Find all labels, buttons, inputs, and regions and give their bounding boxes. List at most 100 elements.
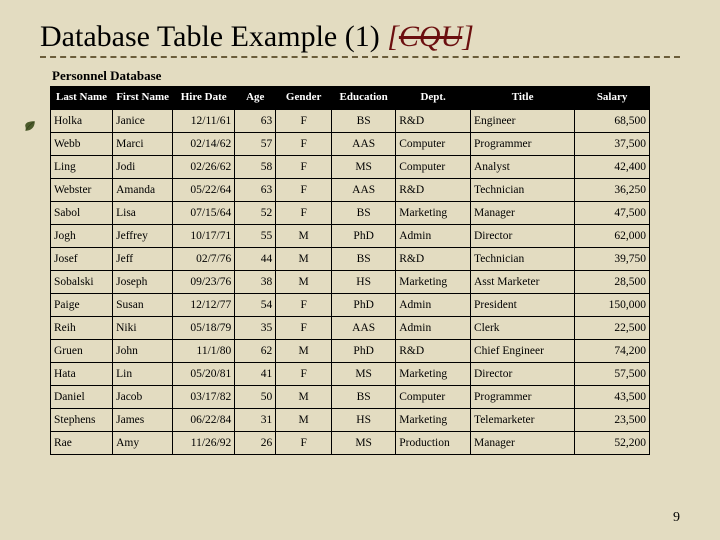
cell-edu: AAS <box>332 317 396 340</box>
cell-salary: 57,500 <box>575 363 650 386</box>
cell-hire: 06/22/84 <box>173 409 235 432</box>
col-last: Last Name <box>51 87 113 110</box>
cell-salary: 62,000 <box>575 225 650 248</box>
cell-gender: F <box>276 110 332 133</box>
cell-age: 54 <box>235 294 276 317</box>
cell-dept: Production <box>396 432 471 455</box>
cell-dept: Computer <box>396 386 471 409</box>
title-text: Database Table Example (1) <box>40 20 387 53</box>
cell-salary: 150,000 <box>575 294 650 317</box>
cell-dept: R&D <box>396 248 471 271</box>
table-row: HolkaJanice12/11/6163FBSR&DEngineer68,50… <box>51 110 650 133</box>
cell-edu: HS <box>332 271 396 294</box>
cell-hire: 05/20/81 <box>173 363 235 386</box>
cell-first: Jacob <box>113 386 173 409</box>
cell-edu: PhD <box>332 340 396 363</box>
cell-salary: 22,500 <box>575 317 650 340</box>
cell-last: Sobalski <box>51 271 113 294</box>
cell-last: Reih <box>51 317 113 340</box>
leaf-bullet-icon <box>24 120 36 132</box>
table-row: RaeAmy11/26/9226FMSProductionManager52,2… <box>51 432 650 455</box>
cell-gender: M <box>276 225 332 248</box>
cell-dept: Marketing <box>396 363 471 386</box>
cell-title: Clerk <box>470 317 574 340</box>
cell-first: Jodi <box>113 156 173 179</box>
cell-dept: Marketing <box>396 409 471 432</box>
slide-title: Database Table Example (1) [CQU] <box>40 20 680 54</box>
cell-edu: HS <box>332 409 396 432</box>
cell-salary: 47,500 <box>575 202 650 225</box>
cell-dept: Marketing <box>396 271 471 294</box>
cell-gender: M <box>276 271 332 294</box>
cell-title: Manager <box>470 432 574 455</box>
cell-last: Gruen <box>51 340 113 363</box>
cell-last: Josef <box>51 248 113 271</box>
cell-hire: 02/14/62 <box>173 133 235 156</box>
table-row: SabolLisa07/15/6452FBSMarketingManager47… <box>51 202 650 225</box>
cell-salary: 23,500 <box>575 409 650 432</box>
table-row: HataLin05/20/8141FMSMarketingDirector57,… <box>51 363 650 386</box>
cell-first: Jeff <box>113 248 173 271</box>
cell-dept: Admin <box>396 225 471 248</box>
cell-gender: F <box>276 432 332 455</box>
cell-age: 52 <box>235 202 276 225</box>
table-row: StephensJames06/22/8431MHSMarketingTelem… <box>51 409 650 432</box>
cell-gender: F <box>276 363 332 386</box>
table-row: LingJodi02/26/6258FMSComputerAnalyst42,4… <box>51 156 650 179</box>
cell-age: 31 <box>235 409 276 432</box>
cell-gender: M <box>276 340 332 363</box>
cell-first: John <box>113 340 173 363</box>
cell-age: 63 <box>235 110 276 133</box>
table-row: DanielJacob03/17/8250MBSComputerProgramm… <box>51 386 650 409</box>
cell-title: Analyst <box>470 156 574 179</box>
col-gender: Gender <box>276 87 332 110</box>
cell-age: 63 <box>235 179 276 202</box>
cell-dept: R&D <box>396 110 471 133</box>
cell-edu: PhD <box>332 225 396 248</box>
cell-title: Technician <box>470 248 574 271</box>
cell-first: Lin <box>113 363 173 386</box>
table-row: PaigeSusan12/12/7754FPhDAdminPresident15… <box>51 294 650 317</box>
col-edu: Education <box>332 87 396 110</box>
cell-salary: 42,400 <box>575 156 650 179</box>
table-row: SobalskiJoseph09/23/7638MHSMarketingAsst… <box>51 271 650 294</box>
table-row: JosefJeff02/7/7644MBSR&DTechnician39,750 <box>51 248 650 271</box>
table-row: WebsterAmanda05/22/6463FAASR&DTechnician… <box>51 179 650 202</box>
cell-title: Asst Marketer <box>470 271 574 294</box>
cell-hire: 10/17/71 <box>173 225 235 248</box>
col-title: Title <box>470 87 574 110</box>
cell-title: Engineer <box>470 110 574 133</box>
cell-salary: 74,200 <box>575 340 650 363</box>
cell-gender: F <box>276 133 332 156</box>
cell-edu: AAS <box>332 179 396 202</box>
cell-first: Niki <box>113 317 173 340</box>
cell-title: Programmer <box>470 133 574 156</box>
cell-hire: 03/17/82 <box>173 386 235 409</box>
cell-edu: BS <box>332 110 396 133</box>
col-first: First Name <box>113 87 173 110</box>
cell-first: Susan <box>113 294 173 317</box>
cell-title: Technician <box>470 179 574 202</box>
cell-hire: 11/1/80 <box>173 340 235 363</box>
col-dept: Dept. <box>396 87 471 110</box>
cell-edu: BS <box>332 202 396 225</box>
cell-gender: M <box>276 248 332 271</box>
cell-hire: 09/23/76 <box>173 271 235 294</box>
table-row: GruenJohn11/1/8062MPhDR&DChief Engineer7… <box>51 340 650 363</box>
cell-last: Webb <box>51 133 113 156</box>
cell-gender: F <box>276 156 332 179</box>
cell-last: Rae <box>51 432 113 455</box>
cell-salary: 43,500 <box>575 386 650 409</box>
cell-dept: Admin <box>396 317 471 340</box>
cell-salary: 52,200 <box>575 432 650 455</box>
cell-salary: 39,750 <box>575 248 650 271</box>
cell-last: Daniel <box>51 386 113 409</box>
cell-age: 55 <box>235 225 276 248</box>
cell-title: Manager <box>470 202 574 225</box>
personnel-table: Last Name First Name Hire Date Age Gende… <box>50 86 650 455</box>
cell-age: 38 <box>235 271 276 294</box>
cell-age: 58 <box>235 156 276 179</box>
cell-edu: PhD <box>332 294 396 317</box>
cell-salary: 28,500 <box>575 271 650 294</box>
cell-dept: Computer <box>396 156 471 179</box>
